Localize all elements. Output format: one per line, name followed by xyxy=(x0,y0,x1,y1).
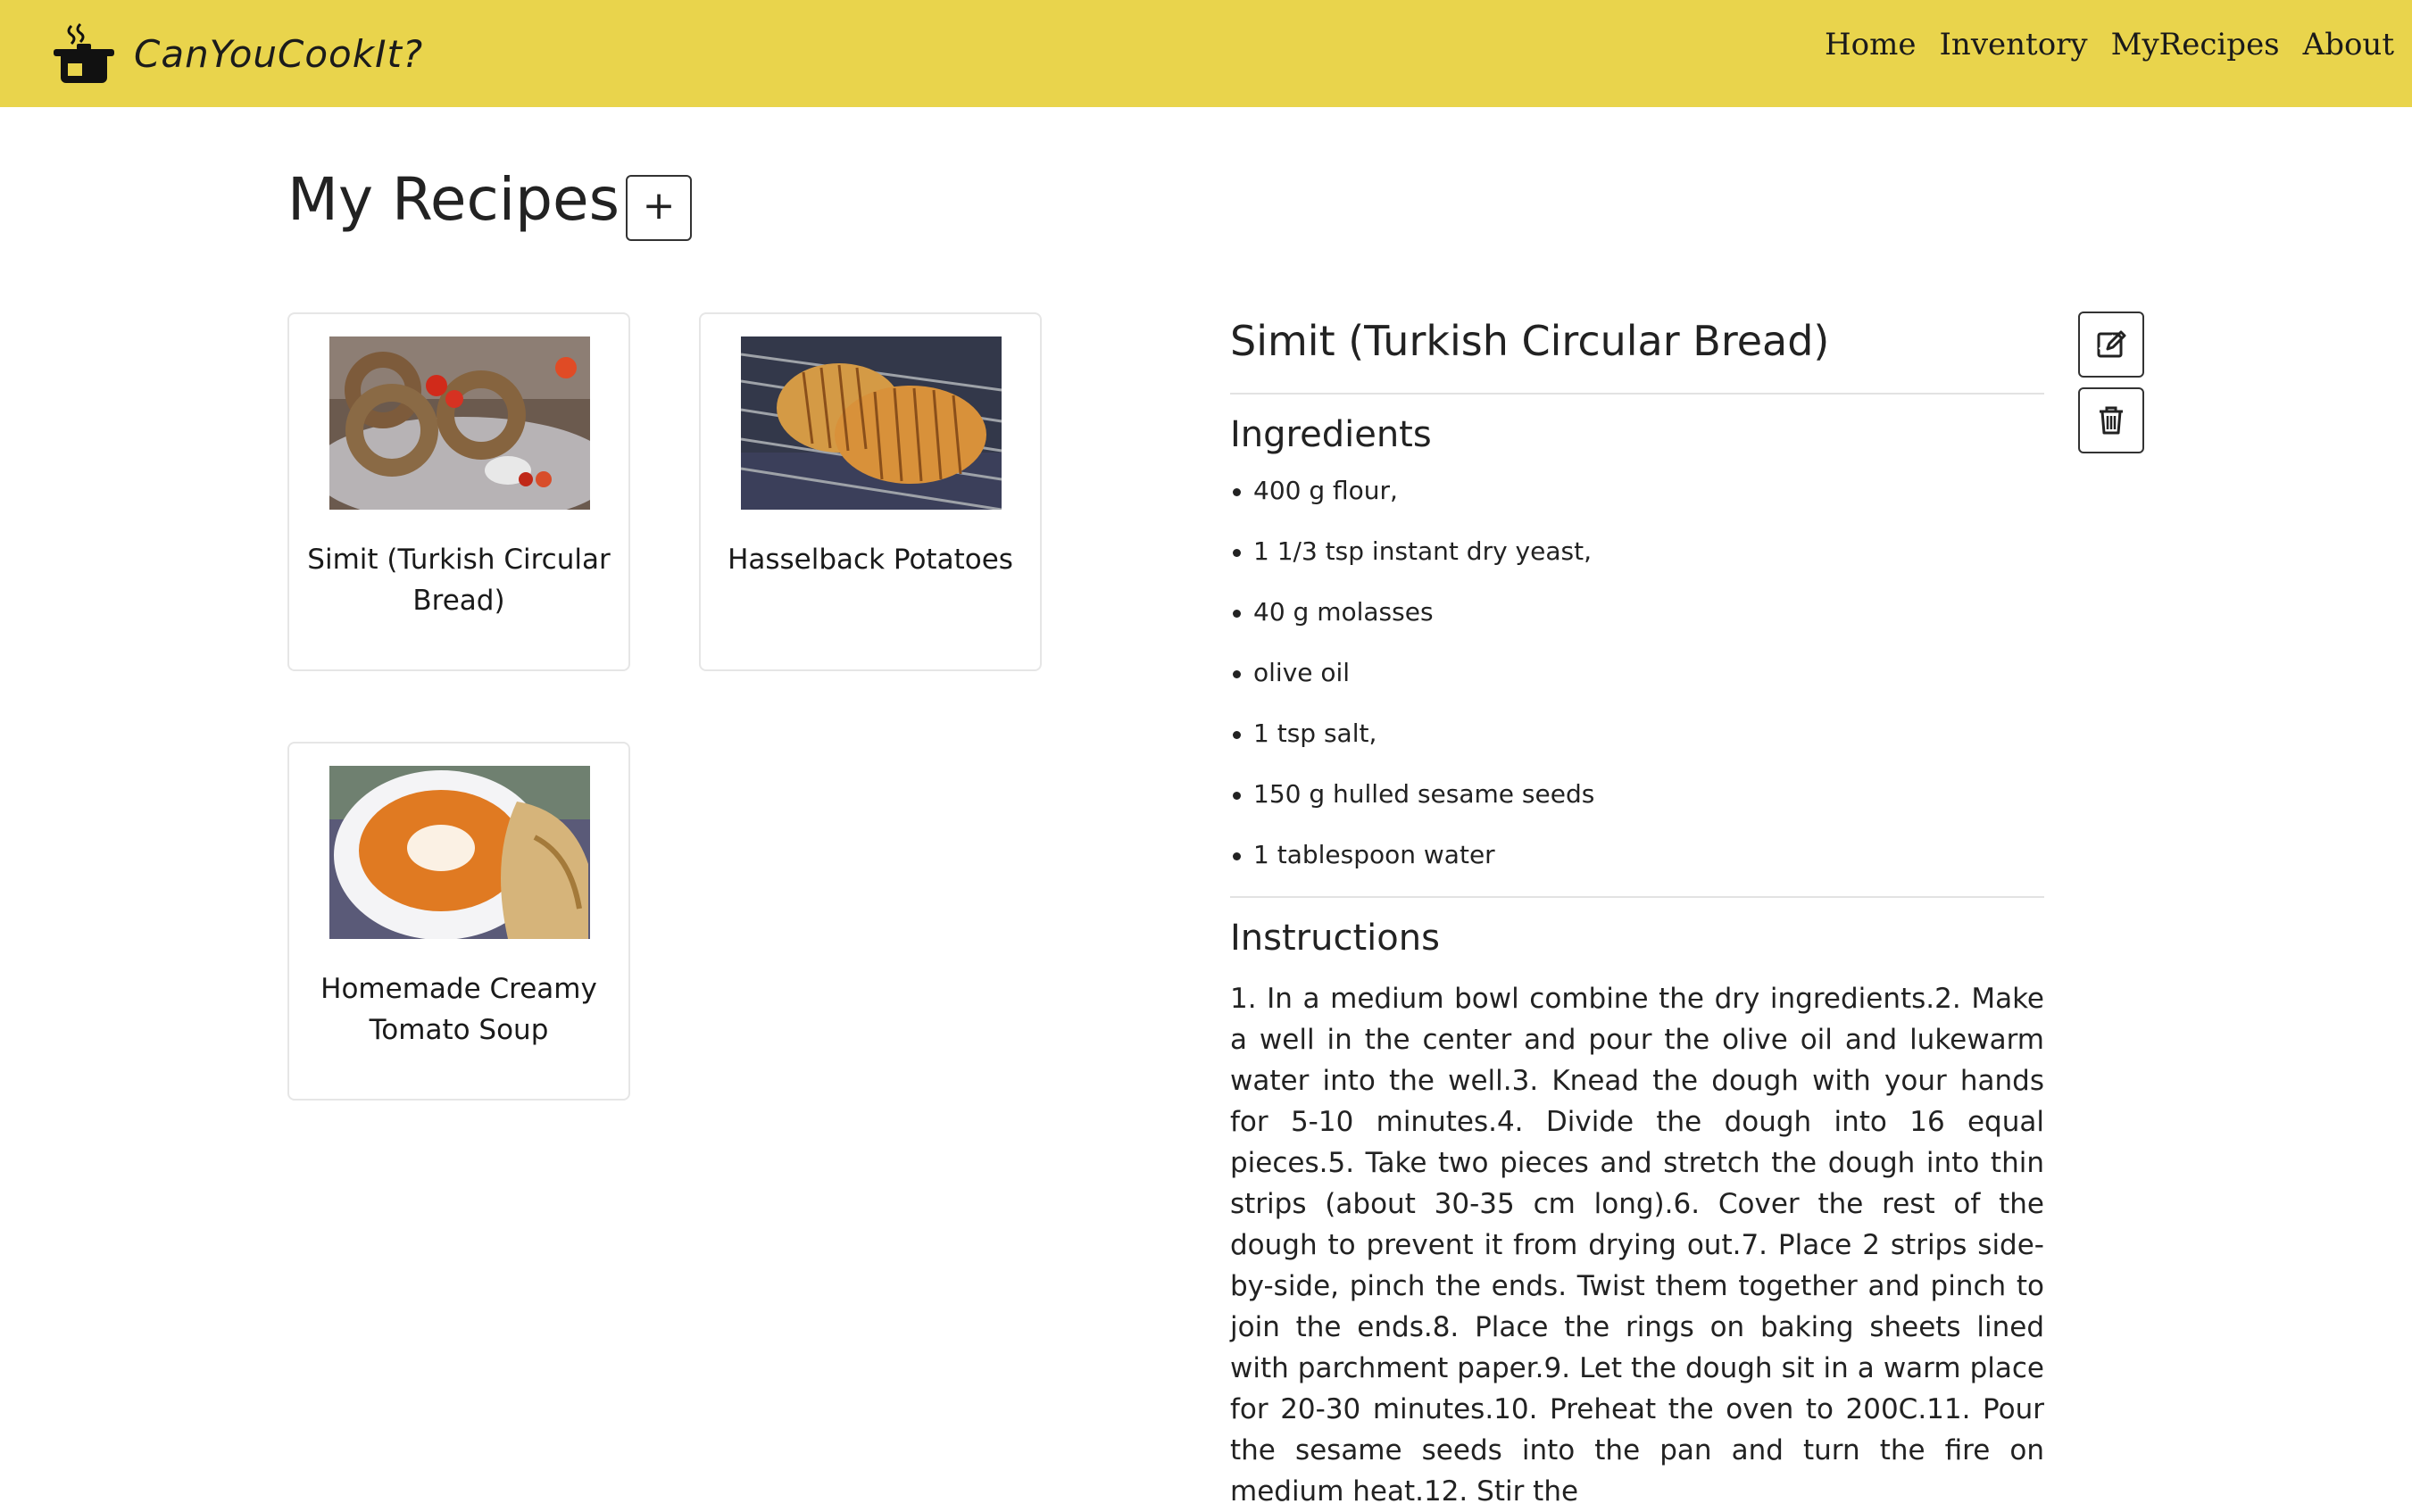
recipe-card-title: Homemade Creamy Tomato Soup xyxy=(320,973,597,1046)
recipe-card-title: Hasselback Potatoes xyxy=(728,544,1013,576)
nav-about[interactable]: About xyxy=(2303,27,2394,62)
brand-link[interactable]: CanYouCookIt? xyxy=(52,18,423,89)
recipe-detail: Simit (Turkish Circular Bread) Ingredien… xyxy=(1230,308,2044,1512)
ingredient-item: 1 tablespoon water xyxy=(1230,837,2044,898)
navbar: CanYouCookIt? Home Inventory MyRecipes A… xyxy=(0,0,2412,107)
hasselback-potatoes-photo xyxy=(741,336,1002,510)
recipe-card-tomato-soup[interactable]: Homemade Creamy Tomato Soup xyxy=(287,742,630,1101)
ingredient-item: 150 g hulled sesame seeds xyxy=(1230,777,2044,837)
recipe-card-hasselback[interactable]: Hasselback Potatoes xyxy=(699,312,1042,671)
nav-home[interactable]: Home xyxy=(1825,27,1916,62)
recipe-detail-title: Simit (Turkish Circular Bread) xyxy=(1230,317,1830,365)
divider xyxy=(1230,393,2044,395)
ingredients-list: 400 g flour, 1 1/3 tsp instant dry yeast… xyxy=(1230,473,2044,898)
brand-name: CanYouCookIt? xyxy=(134,31,424,76)
simit-photo xyxy=(329,336,590,510)
edit-icon xyxy=(2097,330,2126,358)
nav-myrecipes[interactable]: MyRecipes xyxy=(2111,27,2280,62)
tomato-soup-photo xyxy=(329,766,590,939)
ingredient-item: 400 g flour, xyxy=(1230,473,2044,534)
instructions-text: 1. In a medium bowl combine the dry ingr… xyxy=(1230,983,2044,1508)
add-recipe-button[interactable]: + xyxy=(626,175,692,241)
edit-recipe-button[interactable] xyxy=(2078,312,2144,378)
ingredients-heading: Ingredients xyxy=(1230,414,1432,456)
nav-inventory[interactable]: Inventory xyxy=(1939,27,2087,62)
ingredient-item: olive oil xyxy=(1230,655,2044,716)
recipe-card-simit[interactable]: Simit (Turkish Circular Bread) xyxy=(287,312,630,671)
nav-links: Home Inventory MyRecipes About xyxy=(1825,27,2394,62)
ingredient-item: 1 1/3 tsp instant dry yeast, xyxy=(1230,534,2044,594)
cooking-pot-icon xyxy=(54,22,114,83)
delete-recipe-button[interactable] xyxy=(2078,387,2144,453)
ingredient-item: 1 tsp salt, xyxy=(1230,716,2044,777)
trash-icon xyxy=(2100,406,2123,435)
instructions-heading: Instructions xyxy=(1230,918,1440,960)
page-title: My Recipes xyxy=(287,165,620,234)
ingredient-item: 40 g molasses xyxy=(1230,594,2044,655)
recipe-card-title: Simit (Turkish Circular Bread) xyxy=(307,544,611,617)
